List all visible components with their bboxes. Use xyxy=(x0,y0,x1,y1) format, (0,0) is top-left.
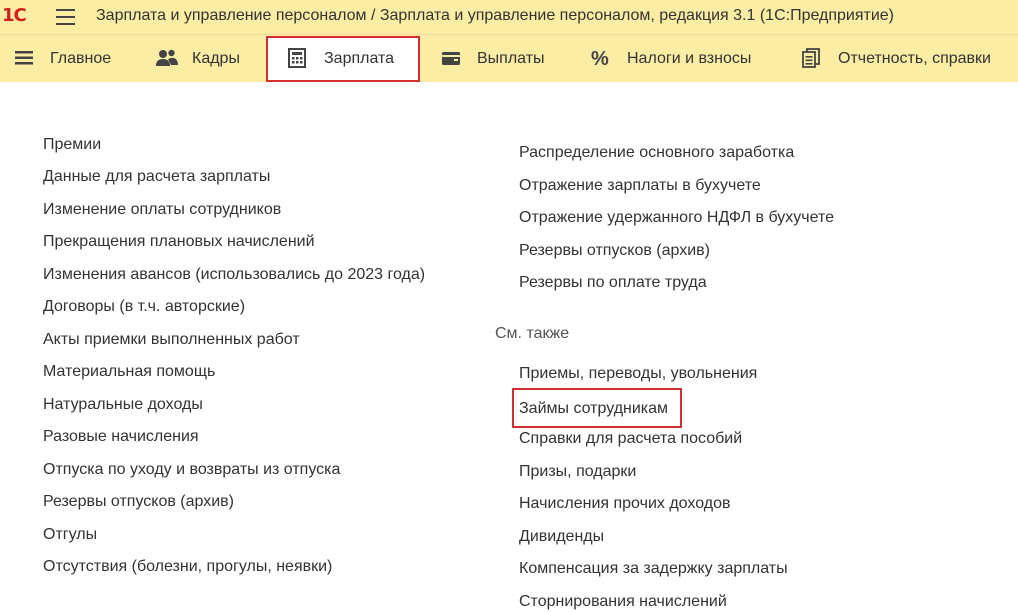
section-main[interactable]: Главное xyxy=(14,35,111,83)
link-pay-change[interactable]: Изменение оплаты сотрудников xyxy=(43,200,281,220)
link-acceptance-acts[interactable]: Акты приемки выполненных работ xyxy=(43,330,300,350)
link-absences[interactable]: Отсутствия (болезни, прогулы, неявки) xyxy=(43,557,332,577)
link-advance-changes[interactable]: Изменения авансов (использовались до 202… xyxy=(43,265,425,285)
link-labor-reserves[interactable]: Резервы по оплате труда xyxy=(519,273,707,293)
link-vacation-reserves-archive[interactable]: Резервы отпусков (архив) xyxy=(43,492,234,512)
link-benefit-certificates[interactable]: Справки для расчета пособий xyxy=(519,429,742,449)
documents-icon xyxy=(802,48,824,70)
link-in-kind-income[interactable]: Натуральные доходы xyxy=(43,395,203,415)
section-label: Главное xyxy=(50,50,112,67)
link-financial-aid[interactable]: Материальная помощь xyxy=(43,362,215,382)
wallet-icon xyxy=(441,48,463,70)
link-salary-accounting[interactable]: Отражение зарплаты в бухучете xyxy=(519,176,761,196)
section-label: Выплаты xyxy=(477,50,545,67)
link-other-income[interactable]: Начисления прочих доходов xyxy=(519,494,730,514)
section-taxes[interactable]: % Налоги и взносы xyxy=(591,35,751,83)
link-contracts[interactable]: Договоры (в т.ч. авторские) xyxy=(43,297,245,317)
link-salary-data[interactable]: Данные для расчета зарплаты xyxy=(43,167,270,187)
app-logo: 1С xyxy=(2,5,27,26)
people-icon xyxy=(156,48,178,70)
link-late-salary-compensation[interactable]: Компенсация за задержку зарплаты xyxy=(519,559,788,579)
section-reports[interactable]: Отчетность, справки xyxy=(802,35,991,83)
link-earnings-distribution[interactable]: Распределение основного заработка xyxy=(519,143,794,163)
link-reversal-accruals[interactable]: Сторнирования начислений xyxy=(519,592,727,612)
percent-icon: % xyxy=(591,48,609,70)
link-stop-accruals[interactable]: Прекращения плановых начислений xyxy=(43,232,315,252)
section-personnel[interactable]: Кадры xyxy=(156,35,240,83)
section-label: Кадры xyxy=(192,50,240,67)
title-bar: 1С Зарплата и управление персоналом / За… xyxy=(0,0,1018,34)
app-title: Зарплата и управление персоналом / Зарпл… xyxy=(96,7,894,24)
link-prizes-gifts[interactable]: Призы, подарки xyxy=(519,462,636,482)
see-also-header: См. также xyxy=(495,325,570,342)
section-label: Зарплата xyxy=(324,50,395,67)
section-payments[interactable]: Выплаты xyxy=(441,35,545,83)
section-label: Отчетность, справки xyxy=(838,50,991,67)
calculator-icon xyxy=(288,48,310,70)
link-dividends[interactable]: Дивиденды xyxy=(519,527,604,547)
highlight-employee-loans xyxy=(512,388,682,428)
hamburger-list-icon xyxy=(14,48,36,70)
link-bonuses[interactable]: Премии xyxy=(43,135,101,155)
link-ndfl-accounting[interactable]: Отражение удержанного НДФЛ в бухучете xyxy=(519,208,834,228)
section-salary[interactable]: Зарплата xyxy=(266,36,420,82)
link-parental-leave[interactable]: Отпуска по уходу и возвраты из отпуска xyxy=(43,460,340,480)
link-one-time-accruals[interactable]: Разовые начисления xyxy=(43,427,199,447)
section-label: Налоги и взносы xyxy=(627,50,752,67)
sections-panel: Главное Кадры Зарплата Выплаты % Налоги … xyxy=(0,34,1018,82)
link-vacation-reserves-archive-right[interactable]: Резервы отпусков (архив) xyxy=(519,241,710,261)
link-time-off[interactable]: Отгулы xyxy=(43,525,97,545)
link-hiring-transfers[interactable]: Приемы, переводы, увольнения xyxy=(519,364,757,384)
main-menu-icon[interactable] xyxy=(56,9,75,25)
